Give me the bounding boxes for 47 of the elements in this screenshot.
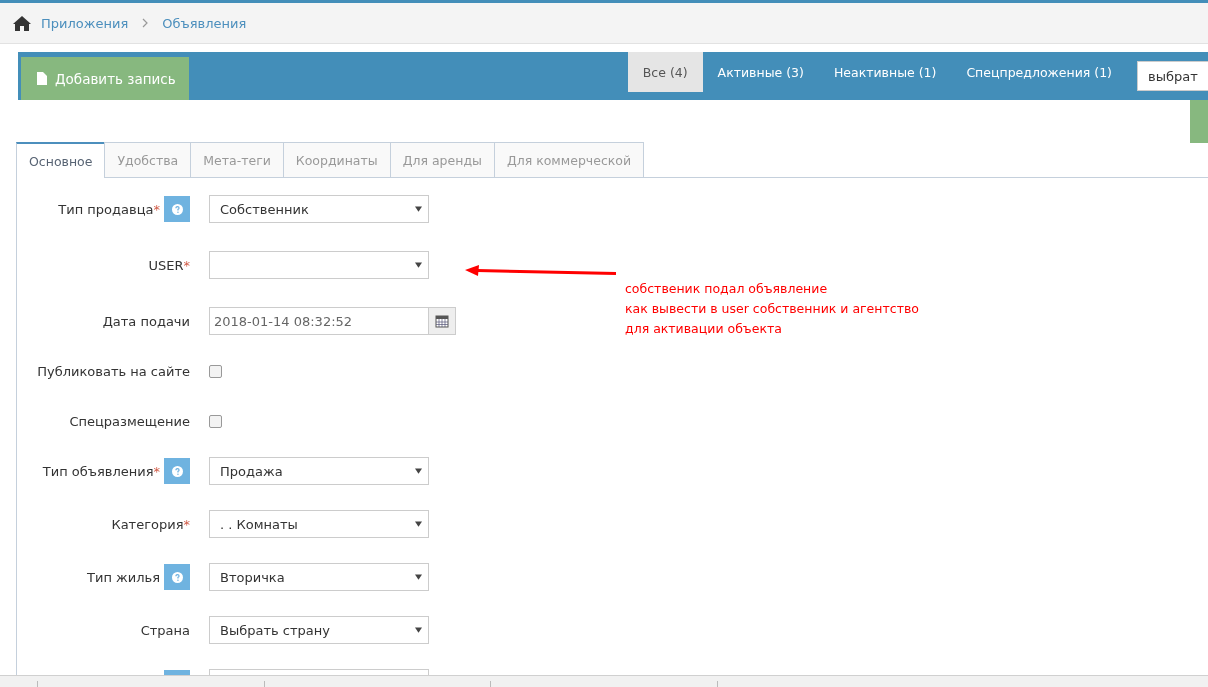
select-field[interactable]: Вторичка bbox=[209, 563, 429, 591]
select-field[interactable]: . . Комнаты bbox=[209, 510, 429, 538]
annotation-text: для активации объекта bbox=[625, 320, 783, 338]
field-label: Страна bbox=[140, 622, 190, 638]
breadcrumb-link[interactable]: Приложения bbox=[41, 15, 129, 31]
select-field[interactable]: Выбрать страну bbox=[209, 616, 429, 644]
checkbox[interactable] bbox=[209, 414, 222, 428]
filter-tab[interactable]: Активные (3) bbox=[702, 52, 819, 92]
file-icon bbox=[37, 72, 47, 85]
caret-icon bbox=[415, 574, 422, 580]
caret-icon bbox=[415, 206, 422, 212]
field-label: Тип объявления* bbox=[42, 463, 160, 479]
tab[interactable]: Для коммерческой bbox=[493, 142, 645, 177]
select-field[interactable]: выбрат bbox=[1137, 61, 1208, 91]
date-field[interactable]: 2018-01-14 08:32:52 bbox=[209, 307, 429, 335]
help-icon[interactable] bbox=[164, 458, 190, 484]
field-label: USER* bbox=[148, 257, 190, 273]
select-field[interactable]: Собственник bbox=[209, 195, 429, 223]
tab[interactable]: Мета-теги bbox=[190, 142, 284, 177]
caret-icon bbox=[415, 627, 422, 633]
tab[interactable]: Основное bbox=[16, 142, 106, 178]
help-icon[interactable] bbox=[164, 564, 190, 590]
caret-icon bbox=[415, 262, 422, 268]
field-label: Категория* bbox=[111, 516, 190, 532]
field-label: Дата подачи bbox=[102, 313, 190, 329]
caret-icon bbox=[415, 521, 422, 527]
add-record-button[interactable]: Добавить запись bbox=[21, 57, 189, 100]
tab[interactable]: Координаты bbox=[282, 142, 391, 177]
field-label: Спецразмещение bbox=[69, 413, 190, 429]
field-label: Тип жилья bbox=[87, 569, 160, 585]
filter-tab[interactable]: Неактивные (1) bbox=[818, 52, 952, 92]
filter-tab[interactable]: Все (4) bbox=[627, 52, 703, 92]
help-icon[interactable] bbox=[164, 196, 190, 222]
select-field[interactable]: Продажа bbox=[209, 457, 429, 485]
filter-tab[interactable]: Спецпредложения (1) bbox=[951, 52, 1127, 92]
caret-icon bbox=[415, 468, 422, 474]
annotation-text: собственик подал объявление bbox=[625, 280, 829, 298]
tab[interactable]: Удобства bbox=[104, 142, 192, 177]
home-icon[interactable] bbox=[13, 15, 31, 31]
checkbox[interactable] bbox=[209, 364, 222, 378]
calendar-icon[interactable] bbox=[429, 307, 456, 335]
annotation-text: как вывести в user собственник и агентство bbox=[625, 300, 919, 318]
breadcrumb-link[interactable]: Объявления bbox=[162, 15, 247, 31]
tab[interactable]: Для аренды bbox=[389, 142, 495, 177]
field-label: Тип продавца* bbox=[58, 201, 160, 217]
select-field[interactable] bbox=[209, 251, 429, 279]
field-label: Публиковать на сайте bbox=[37, 363, 190, 379]
